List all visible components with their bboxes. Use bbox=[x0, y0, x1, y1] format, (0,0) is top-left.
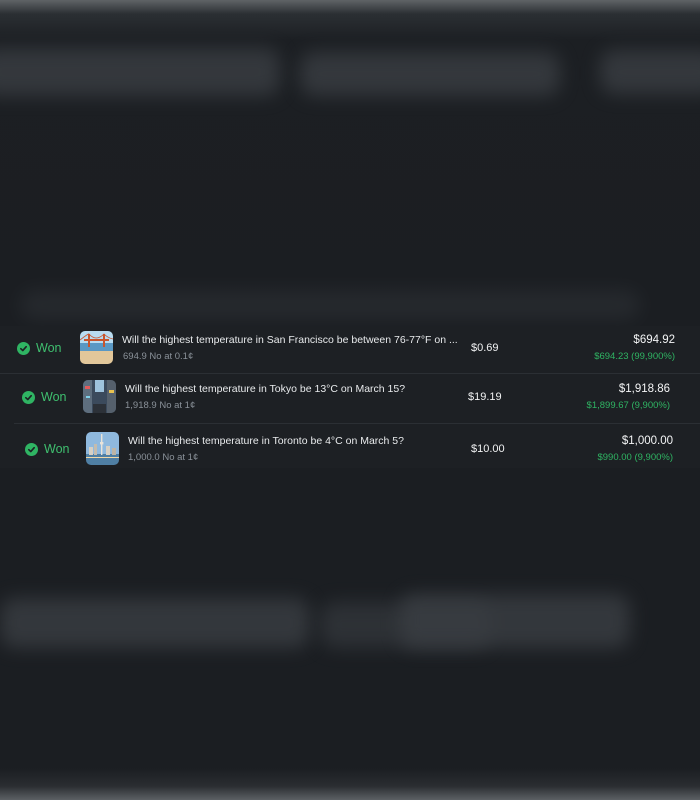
blurred-footer-region bbox=[0, 468, 700, 800]
check-circle-icon bbox=[25, 442, 38, 456]
status-label: Won bbox=[36, 341, 62, 355]
shares-info: 1,000.0 No at 1¢ bbox=[128, 452, 199, 463]
market-image-golden-gate[interactable] bbox=[80, 331, 113, 364]
market-image-toronto[interactable] bbox=[86, 432, 119, 465]
position-gain: $990.00 (9,900%) bbox=[597, 452, 673, 463]
bet-amount: $19.19 bbox=[468, 391, 502, 403]
row-divider bbox=[0, 373, 700, 374]
position-value: $1,000.00 bbox=[621, 435, 673, 447]
bet-amount: $0.69 bbox=[471, 342, 499, 354]
status-won-badge: Won bbox=[22, 375, 66, 419]
position-row[interactable]: Won Will the highest temperature in San … bbox=[0, 326, 700, 370]
position-gain: $1,899.67 (9,900%) bbox=[586, 400, 670, 411]
check-circle-icon bbox=[22, 390, 35, 404]
position-row[interactable]: Won Will the highest temperature in Toro… bbox=[0, 427, 700, 471]
status-won-badge: Won bbox=[17, 326, 61, 370]
shares-info: 1,918.9 No at 1¢ bbox=[125, 400, 196, 411]
portfolio-page: Won Will the highest temperature in San … bbox=[0, 0, 700, 800]
bet-amount: $10.00 bbox=[471, 443, 505, 455]
position-gain: $694.23 (99,900%) bbox=[594, 351, 675, 362]
check-circle-icon bbox=[17, 341, 30, 355]
market-title[interactable]: Will the highest temperature in Toronto … bbox=[128, 435, 404, 447]
blurred-header-region bbox=[0, 0, 700, 326]
status-label: Won bbox=[44, 442, 70, 456]
positions-list: Won Will the highest temperature in San … bbox=[0, 326, 700, 468]
position-value: $1,918.86 bbox=[618, 383, 670, 395]
position-value: $694.92 bbox=[633, 334, 675, 346]
position-row[interactable]: Won Will the highest temperature in Toky… bbox=[0, 375, 700, 419]
market-image-tokyo[interactable] bbox=[83, 380, 116, 413]
market-title[interactable]: Will the highest temperature in San Fran… bbox=[122, 334, 462, 346]
row-divider bbox=[14, 423, 700, 424]
shares-info: 694.9 No at 0.1¢ bbox=[123, 351, 194, 362]
status-label: Won bbox=[41, 390, 67, 404]
status-won-badge: Won bbox=[25, 427, 69, 471]
market-title[interactable]: Will the highest temperature in Tokyo be… bbox=[125, 383, 405, 395]
